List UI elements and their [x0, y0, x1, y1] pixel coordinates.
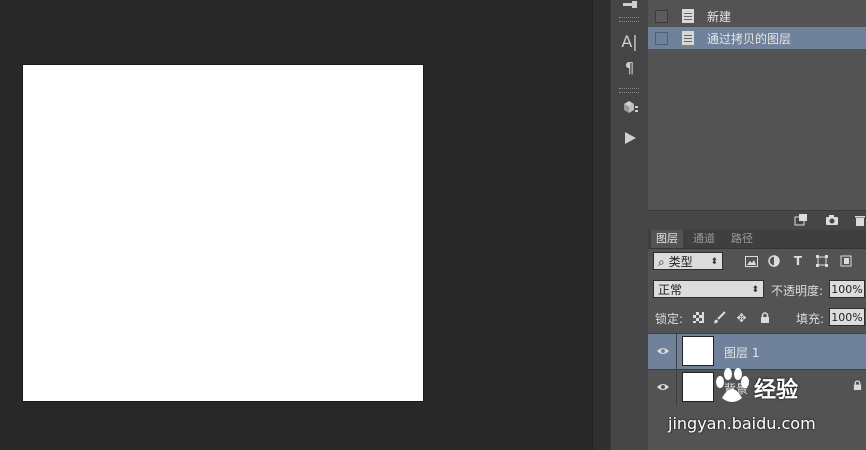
spinner-arrows-icon: ⬍ [751, 285, 759, 295]
layer-name[interactable]: 图层 1 [724, 344, 759, 361]
paragraph-panel-icon[interactable]: ¶ [616, 57, 643, 79]
blend-mode-value: 正常 [658, 283, 683, 297]
trash-icon[interactable] [852, 213, 866, 227]
tab-paths[interactable]: 路径 [726, 230, 758, 248]
history-panel: 新建 通过拷贝的图层 [648, 0, 866, 210]
opacity-label: 不透明度: [771, 284, 824, 298]
history-brush-source-checkbox[interactable] [655, 9, 668, 23]
spinner-arrows-icon: ⬍ [710, 257, 718, 267]
opacity-field[interactable]: 100% [829, 280, 865, 298]
camera-icon[interactable] [824, 213, 840, 227]
panel-iconstrip: A| ¶ [610, 0, 649, 450]
layers-panel-tabs: 图层 通道 路径 [648, 230, 866, 249]
new-document-from-state-icon[interactable] [793, 213, 809, 227]
history-item-label: 通过拷贝的图层 [707, 31, 792, 46]
3d-panel-icon[interactable] [616, 97, 643, 119]
tab-layers[interactable]: 图层 [651, 230, 683, 248]
visibility-toggle[interactable] [648, 370, 677, 406]
layer-row[interactable]: 图层 1 [648, 333, 866, 370]
fill-label: 填充: [796, 312, 825, 326]
visibility-toggle[interactable] [648, 334, 677, 370]
layer-name[interactable]: 背景 [724, 380, 748, 397]
shape-layer-filter-icon[interactable] [815, 254, 829, 268]
layer-row[interactable]: 背景 [648, 369, 866, 406]
document-canvas[interactable] [23, 65, 423, 401]
canvas-area[interactable] [0, 0, 592, 450]
history-document-icon [682, 9, 694, 23]
panel-grip[interactable] [619, 17, 639, 22]
lock-image-pixels-brush-icon[interactable] [713, 311, 726, 324]
lock-position-move-icon[interactable]: ✥ [735, 311, 748, 325]
panel-divider[interactable] [592, 0, 611, 450]
layer-filter-value: 类型 [668, 255, 693, 269]
tab-channels[interactable]: 通道 [688, 230, 720, 248]
history-item[interactable]: 通过拷贝的图层 [648, 27, 866, 49]
smart-object-filter-icon[interactable] [839, 254, 853, 268]
history-item[interactable]: 新建 [648, 5, 866, 27]
adjustment-layer-filter-icon[interactable] [767, 254, 781, 268]
history-brush-source-checkbox[interactable] [655, 31, 668, 45]
history-item-label: 新建 [707, 9, 732, 24]
pixel-layer-filter-icon[interactable] [744, 254, 758, 268]
fill-field[interactable]: 100% [829, 308, 865, 326]
actions-panel-icon[interactable] [616, 127, 643, 149]
eye-icon[interactable] [656, 382, 670, 392]
history-document-icon [682, 31, 694, 45]
lock-transparent-pixels-icon[interactable] [692, 311, 705, 324]
lock-all-icon[interactable] [758, 311, 771, 324]
layer-thumbnail[interactable] [682, 336, 714, 366]
brush-preset-icon[interactable] [616, 0, 643, 12]
layer-filter-select[interactable]: ⌕ 类型 ⬍ [653, 252, 723, 270]
blend-mode-select[interactable]: 正常 ⬍ [653, 280, 764, 298]
layer-locked-icon [853, 380, 862, 394]
type-layer-filter-icon[interactable]: T [791, 254, 805, 268]
lock-label: 锁定: [655, 312, 684, 326]
search-icon: ⌕ [658, 255, 665, 269]
history-footer [648, 210, 866, 230]
panel-grip[interactable] [619, 88, 639, 93]
eye-icon[interactable] [656, 346, 670, 356]
layer-thumbnail[interactable] [682, 372, 714, 402]
character-panel-icon[interactable]: A| [616, 30, 643, 52]
